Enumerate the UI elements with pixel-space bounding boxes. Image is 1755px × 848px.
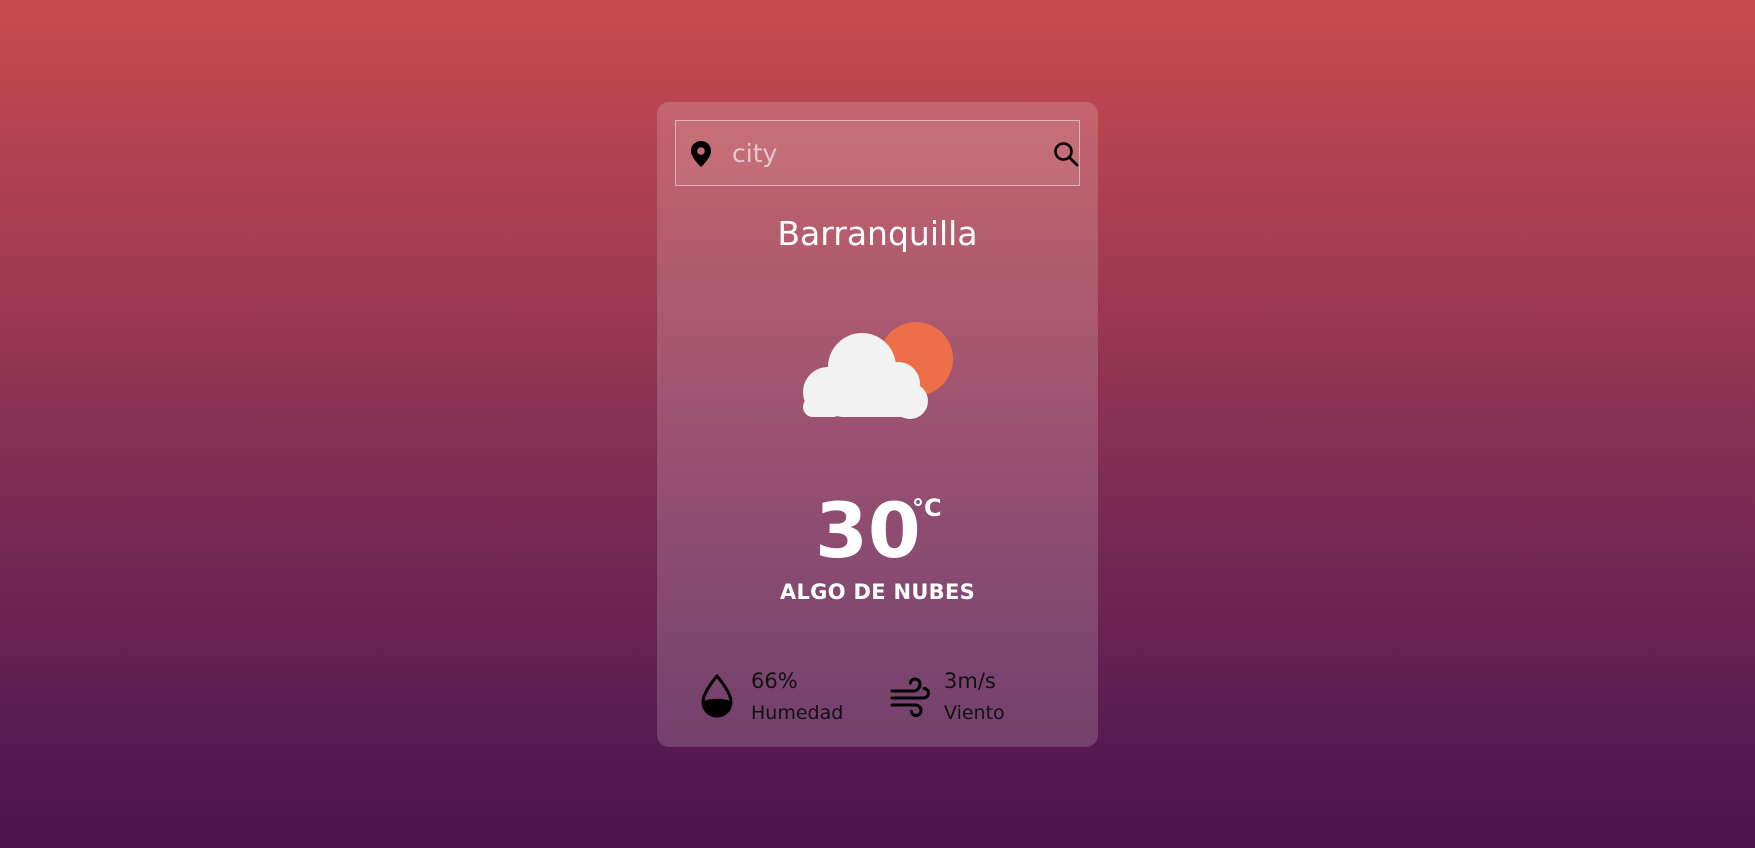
- weather-card: Barranquilla 30 °C ALGO DE NUBES 66% Hum…: [657, 102, 1098, 747]
- water-drop-icon: [701, 674, 733, 718]
- city-name: Barranquilla: [777, 214, 978, 253]
- partly-cloudy-icon: [803, 322, 953, 419]
- search-icon[interactable]: [1053, 141, 1079, 167]
- temperature-value: 30: [815, 486, 921, 575]
- humidity-value: 66%: [751, 669, 798, 693]
- wind-icon: [890, 677, 931, 718]
- temperature-unit: °C: [912, 494, 942, 522]
- wind-value: 3m/s: [944, 669, 996, 693]
- search-bar: [675, 120, 1080, 186]
- map-pin-icon: [691, 141, 711, 167]
- weather-description: ALGO DE NUBES: [779, 580, 976, 604]
- humidity-label: Humedad: [751, 702, 844, 724]
- temperature-display: 30 °C: [657, 486, 1098, 576]
- city-search-input[interactable]: [732, 133, 1022, 173]
- wind-label: Viento: [944, 702, 1005, 724]
